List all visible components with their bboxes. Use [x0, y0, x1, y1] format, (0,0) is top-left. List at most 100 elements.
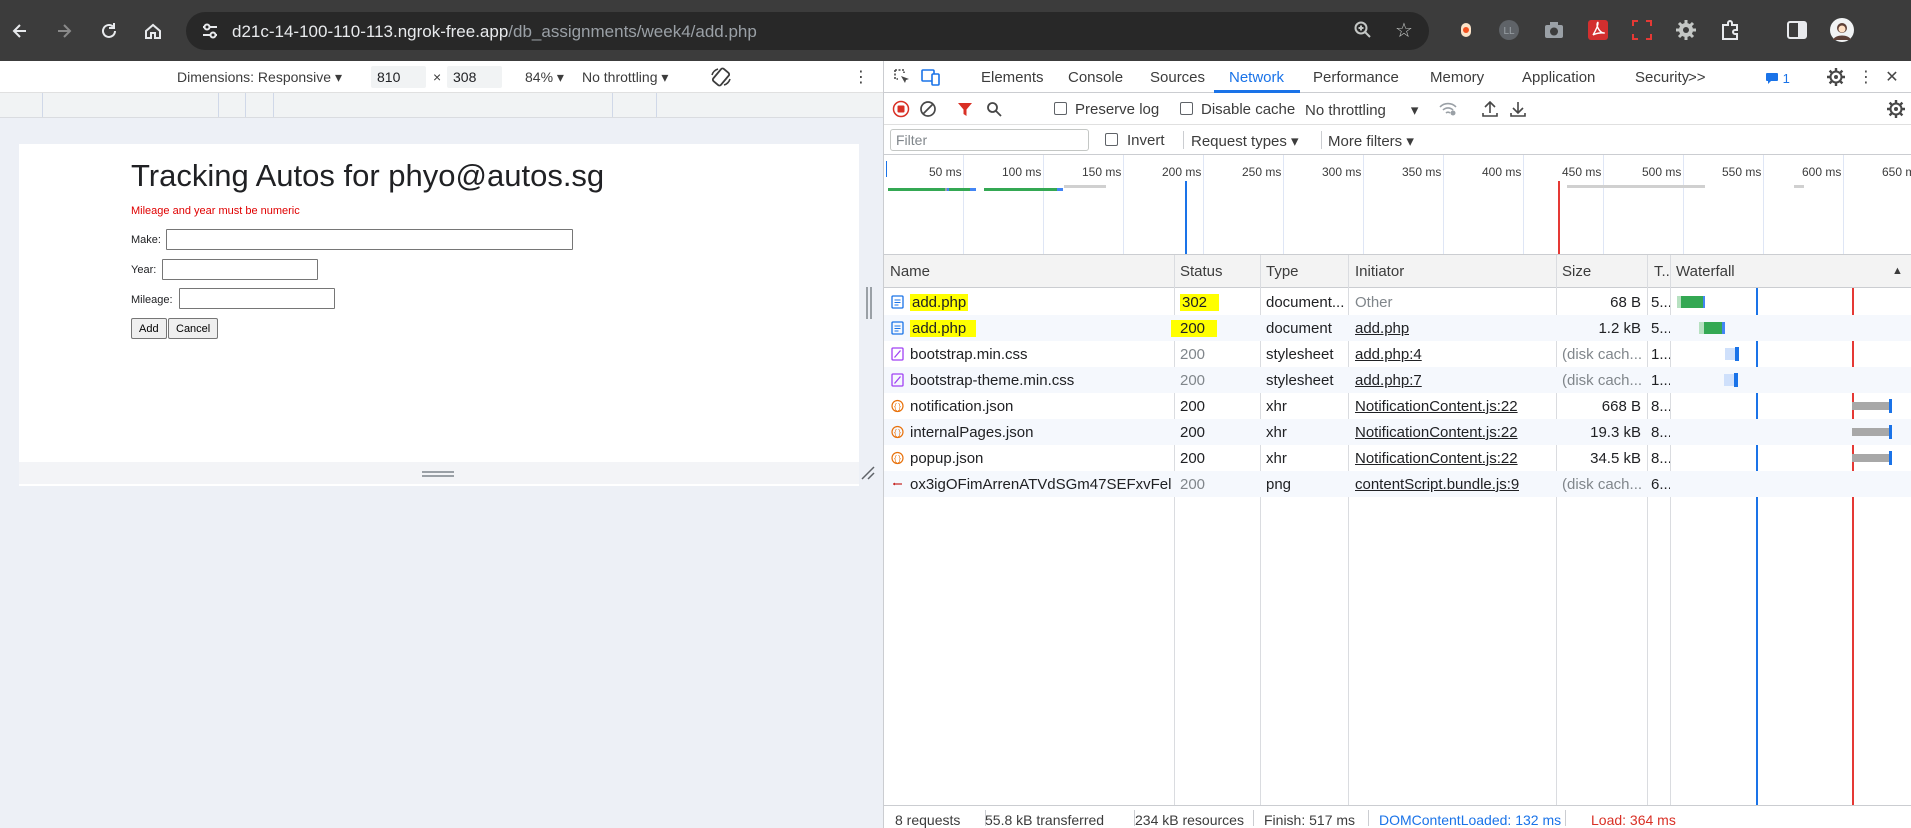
network-throttling-dropdown[interactable]: No throttling ▾ — [1305, 101, 1418, 119]
add-button[interactable]: Add — [131, 318, 167, 339]
make-input[interactable] — [166, 229, 573, 250]
request-initiator-link[interactable]: NotificationContent.js:22 — [1355, 398, 1518, 415]
tab-network[interactable]: Network — [1229, 69, 1284, 86]
column-time-header[interactable]: T.. — [1654, 263, 1670, 280]
svg-text:LL: LL — [1503, 26, 1515, 37]
resize-handle-side[interactable] — [866, 287, 872, 319]
request-initiator-link[interactable]: NotificationContent.js:22 — [1355, 450, 1518, 467]
inspect-element-icon[interactable] — [891, 66, 913, 88]
waterfall-bar-download — [1889, 399, 1892, 413]
column-status-header[interactable]: Status — [1180, 263, 1223, 280]
profile-avatar[interactable] — [1829, 17, 1855, 43]
svg-text:{}: {} — [893, 404, 901, 412]
tab-elements[interactable]: Elements — [981, 69, 1044, 86]
overview-bar — [1567, 185, 1705, 188]
request-initiator-link[interactable]: NotificationContent.js:22 — [1355, 424, 1518, 441]
tab-memory[interactable]: Memory — [1430, 69, 1484, 86]
more-tabs-button[interactable]: >> — [1688, 69, 1706, 86]
pdf-extension-icon[interactable] — [1585, 17, 1611, 43]
extension-record-icon[interactable] — [1453, 17, 1479, 43]
bookmark-star-icon[interactable]: ☆ — [1393, 20, 1415, 42]
request-initiator-link[interactable]: add.php:7 — [1355, 372, 1422, 389]
device-more-options-icon[interactable]: ⋮ — [853, 67, 869, 87]
cancel-button[interactable]: Cancel — [168, 318, 219, 339]
camera-extension-icon[interactable] — [1541, 17, 1567, 43]
year-input[interactable] — [162, 259, 318, 280]
back-arrow-icon[interactable] — [2, 13, 38, 49]
zoom-dropdown[interactable]: 84% ▾ — [525, 69, 564, 86]
import-har-icon[interactable] — [1479, 98, 1501, 120]
screenshot-extension-icon[interactable] — [1629, 17, 1655, 43]
table-row[interactable]: {} notification.json 200 xhr Notificatio… — [884, 393, 1911, 419]
issues-badge[interactable]: 1 — [1765, 71, 1790, 86]
settings-gear-icon[interactable] — [1825, 66, 1847, 88]
address-bar[interactable]: d21c-14-100-110-113.ngrok-free.app/db_as… — [186, 12, 1429, 50]
search-icon[interactable] — [983, 98, 1005, 120]
settings-extension-icon[interactable] — [1673, 17, 1699, 43]
overview-start-marker — [886, 161, 887, 177]
tab-performance[interactable]: Performance — [1313, 69, 1399, 86]
table-row[interactable]: bootstrap-theme.min.css 200 stylesheet a… — [884, 367, 1911, 393]
request-initiator-link[interactable]: add.php — [1355, 320, 1409, 337]
tab-sources[interactable]: Sources — [1150, 69, 1205, 86]
extension-ll-icon[interactable]: LL — [1496, 17, 1522, 43]
network-overview-timeline[interactable]: 50 ms 100 ms 150 ms 200 ms 250 ms 300 ms… — [884, 155, 1911, 255]
xhr-json-icon: {} — [891, 425, 904, 439]
overview-gridline — [1763, 155, 1764, 254]
overview-tick-label: 150 ms — [1082, 165, 1122, 179]
record-stop-icon[interactable] — [890, 98, 912, 120]
more-filters-dropdown[interactable]: More filters ▾ — [1328, 132, 1414, 150]
column-name-header[interactable]: Name — [890, 263, 930, 280]
overview-bar — [1064, 185, 1106, 188]
tab-console[interactable]: Console — [1068, 69, 1123, 86]
resize-handle-bottom[interactable] — [19, 462, 859, 484]
column-waterfall-header[interactable]: Waterfall — [1676, 263, 1735, 280]
resize-corner-icon[interactable] — [861, 466, 875, 483]
table-row[interactable]: bootstrap.min.css 200 stylesheet add.php… — [884, 341, 1911, 367]
clear-log-icon[interactable] — [917, 98, 939, 120]
network-settings-icon[interactable] — [1885, 98, 1907, 120]
request-initiator-link[interactable]: add.php:4 — [1355, 346, 1422, 363]
network-conditions-icon[interactable] — [1437, 98, 1459, 120]
viewport-width-input[interactable]: 810 — [371, 66, 426, 88]
preserve-log-checkbox[interactable] — [1054, 102, 1067, 115]
table-row[interactable]: {} internalPages.json 200 xhr Notificati… — [884, 419, 1911, 445]
home-icon[interactable] — [135, 13, 171, 49]
extensions-puzzle-icon[interactable] — [1717, 17, 1743, 43]
dimensions-dropdown[interactable]: Dimensions: Responsive ▾ — [177, 69, 342, 86]
rotate-icon[interactable] — [710, 66, 732, 91]
table-row[interactable]: add.php 302 document... Other 68 B 5... — [884, 289, 1911, 315]
table-row[interactable]: ox3igOFimArrenATVdSGm47SEFxvFel... 200 p… — [884, 471, 1911, 497]
reload-icon[interactable] — [91, 13, 127, 49]
filter-funnel-icon[interactable] — [954, 98, 976, 120]
table-header: Name Status Type Initiator Size T.. Wate… — [884, 255, 1911, 288]
table-row[interactable]: {} popup.json 200 xhr NotificationConten… — [884, 445, 1911, 471]
device-throttling-dropdown[interactable]: No throttling ▾ — [582, 69, 668, 86]
tab-security[interactable]: Security — [1635, 69, 1689, 86]
column-size-header[interactable]: Size — [1562, 263, 1591, 280]
devtools-more-icon[interactable]: ⋮ — [1855, 66, 1877, 88]
request-initiator-link[interactable]: contentScript.bundle.js:9 — [1355, 476, 1519, 493]
disable-cache-checkbox[interactable] — [1180, 102, 1193, 115]
device-toggle-icon[interactable] — [920, 66, 942, 88]
forward-arrow-icon[interactable] — [46, 13, 82, 49]
column-initiator-header[interactable]: Initiator — [1355, 263, 1404, 280]
column-type-header[interactable]: Type — [1266, 263, 1299, 280]
viewport-height-input[interactable]: 308 — [447, 66, 502, 88]
devtools-tab-bar: Elements Console Sources Network Perform… — [884, 61, 1911, 93]
mileage-input[interactable] — [179, 288, 335, 309]
overview-tick-label: 300 ms — [1322, 165, 1362, 179]
side-panel-icon[interactable] — [1784, 17, 1810, 43]
close-devtools-icon[interactable]: ✕ — [1881, 66, 1903, 88]
request-types-dropdown[interactable]: Request types ▾ — [1191, 132, 1299, 150]
invert-checkbox[interactable] — [1105, 133, 1118, 146]
mileage-label: Mileage: — [131, 294, 173, 306]
document-icon — [891, 321, 904, 335]
zoom-icon[interactable] — [1352, 20, 1374, 42]
table-row[interactable]: add.php 200 document add.php 1.2 kB 5... — [884, 315, 1911, 341]
filter-input[interactable]: Filter — [890, 129, 1089, 151]
site-info-icon[interactable] — [200, 21, 220, 41]
tab-application[interactable]: Application — [1522, 69, 1595, 86]
sort-ascending-icon[interactable]: ▲ — [1892, 265, 1903, 277]
export-har-icon[interactable] — [1507, 98, 1529, 120]
